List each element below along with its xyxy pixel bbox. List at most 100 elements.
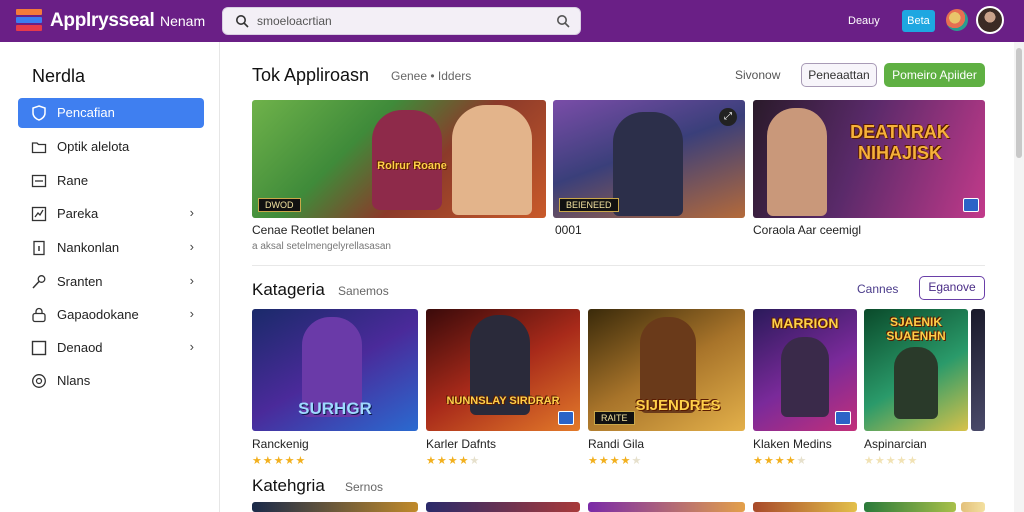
- game-name: Randi Gila: [588, 437, 645, 451]
- featured-subtitle: Genee • Idders: [391, 69, 472, 83]
- featured-card[interactable]: Rolrur Roane DWOD: [252, 100, 546, 218]
- sidebar-item-nlans[interactable]: Nlans: [18, 366, 204, 396]
- game-badge: RAITE: [594, 411, 635, 425]
- view-all-link[interactable]: Sivonow: [735, 68, 780, 82]
- game-art-title: Rolrur Roane: [377, 160, 447, 172]
- search-input[interactable]: smoeloacrtian: [257, 14, 332, 28]
- game-name: Aspinarcian: [864, 437, 927, 451]
- featured-title: Tok Appliroasn: [252, 65, 370, 85]
- beta-button[interactable]: Beta: [902, 10, 935, 32]
- rating-stars: ★★★★★: [864, 455, 919, 467]
- game-art-title: MARRION: [771, 315, 839, 331]
- outline-button[interactable]: Peneaattan: [801, 63, 877, 87]
- app-logo[interactable]: [16, 9, 42, 33]
- game-tile[interactable]: [588, 502, 745, 512]
- card-caption: Cenae Reotlet belanen: [252, 223, 375, 237]
- card-caption: Coraola Aar ceemigl: [753, 223, 862, 237]
- primary-button[interactable]: Pomeiro Apiider: [884, 63, 985, 87]
- main-content: Tok Appliroasn Genee • Idders Sivonow Pe…: [221, 42, 1014, 512]
- game-tile[interactable]: SIJENDRES RAITE: [588, 309, 745, 431]
- game-art-title: SURHGR: [298, 399, 372, 418]
- chart-icon: [31, 206, 47, 222]
- sidebar-item-label: Denaod: [57, 340, 103, 355]
- sidebar-item-label: Gapaodokane: [57, 307, 139, 322]
- game-tile[interactable]: NUNNSLAY SIRDRAR: [426, 309, 580, 431]
- card-caption: 0001: [555, 223, 582, 237]
- square-icon: [31, 340, 47, 356]
- game-badge: BEIENEED: [559, 198, 619, 212]
- scrollbar-thumb[interactable]: [1016, 48, 1022, 158]
- brand-name[interactable]: Applrysseal: [50, 10, 155, 32]
- sidebar-item-label: Pencafian: [57, 105, 115, 120]
- search-icon: [236, 15, 249, 28]
- badge-icon: [32, 374, 46, 388]
- game-tile[interactable]: SURHGR: [252, 309, 418, 431]
- card-subcaption: a aksal setelmengelyrellasasan: [252, 241, 391, 252]
- search-submit-icon[interactable]: [556, 14, 570, 28]
- sidebar-item-optik[interactable]: Optik alelota: [18, 132, 204, 162]
- game-name: Klaken Medins: [753, 437, 832, 451]
- game-tile[interactable]: [753, 502, 857, 512]
- platform-icon: [963, 198, 979, 212]
- game-name: Ranckenig: [252, 437, 309, 451]
- game-tile[interactable]: [864, 502, 956, 512]
- shield-icon: [32, 105, 46, 121]
- game-name: Karler Dafnts: [426, 437, 497, 451]
- category-subtitle: Sanemos: [338, 284, 389, 298]
- sidebar-item-label: Nlans: [57, 373, 91, 388]
- rating-stars: ★★★★★: [753, 455, 808, 467]
- game-tile[interactable]: SJAENIK SUAENHN: [864, 309, 968, 431]
- sidebar-item-rane[interactable]: Rane: [18, 166, 204, 196]
- category-link[interactable]: Cannes: [857, 282, 898, 296]
- account-link[interactable]: Deauy: [848, 15, 880, 27]
- sidebar-item-sranten[interactable]: Sranten ›: [18, 267, 204, 297]
- rating-stars: ★★★★★: [252, 455, 307, 467]
- game-tile-partial[interactable]: [961, 502, 985, 512]
- sidebar-item-label: Rane: [57, 173, 89, 188]
- featured-card[interactable]: DEATNRAK NIHAJISK: [753, 100, 985, 218]
- game-art-title: SIJENDRES: [635, 397, 721, 414]
- category-title: Katehgria: [252, 476, 325, 495]
- window-icon: [31, 174, 47, 188]
- rating-stars: ★★★★★: [588, 455, 643, 467]
- wrench-icon: [32, 275, 46, 289]
- game-tile-partial[interactable]: [971, 309, 985, 431]
- sidebar: Nerdla Pencafian Optik alelota Rane Pare…: [0, 42, 220, 512]
- search-bar[interactable]: smoeloacrtian: [222, 7, 581, 35]
- info-icon: [33, 240, 45, 256]
- game-tile[interactable]: MARRION: [753, 309, 857, 431]
- chevron-right-icon: ›: [189, 273, 194, 288]
- game-art-title: NUNNSLAY SIRDRAR: [446, 395, 560, 407]
- sidebar-item-label: Sranten: [57, 274, 103, 289]
- platform-icon: [558, 411, 574, 425]
- nav-link[interactable]: Nenam: [160, 13, 205, 29]
- sidebar-item-label: Nankonlan: [57, 240, 120, 255]
- sidebar-item-denaod[interactable]: Denaod ›: [18, 333, 204, 363]
- sidebar-item-label: Pareka: [57, 206, 99, 221]
- avatar[interactable]: [976, 6, 1004, 34]
- globe-icon[interactable]: [946, 9, 968, 31]
- game-tile[interactable]: [252, 502, 418, 512]
- category-button[interactable]: Eganove: [919, 276, 985, 300]
- chevron-right-icon: ›: [189, 205, 194, 220]
- section-divider: [252, 265, 985, 266]
- expand-icon[interactable]: ⤢: [719, 108, 737, 126]
- folder-icon: [31, 142, 47, 154]
- game-badge: DWOD: [258, 198, 301, 212]
- sidebar-item-pareka[interactable]: Pareka ›: [18, 199, 204, 229]
- sidebar-item-gapaodokane[interactable]: Gapaodokane ›: [18, 300, 204, 330]
- featured-card[interactable]: ⤢ BEIENEED: [553, 100, 745, 218]
- sidebar-title: Nerdla: [32, 66, 86, 86]
- platform-icon: [835, 411, 851, 425]
- chevron-right-icon: ›: [189, 339, 194, 354]
- game-art-title: DEATNRAK NIHAJISK: [850, 122, 950, 163]
- chevron-right-icon: ›: [189, 306, 194, 321]
- chevron-right-icon: ›: [189, 239, 194, 254]
- sidebar-item-nankonlan[interactable]: Nankonlan ›: [18, 233, 204, 263]
- category-title: Katageria: [252, 280, 325, 299]
- game-art-title: SJAENIK SUAENHN: [886, 315, 946, 343]
- rating-stars: ★★★★★: [426, 455, 481, 467]
- lock-icon: [32, 307, 46, 323]
- game-tile[interactable]: [426, 502, 580, 512]
- sidebar-item-pencafian[interactable]: Pencafian: [18, 98, 204, 128]
